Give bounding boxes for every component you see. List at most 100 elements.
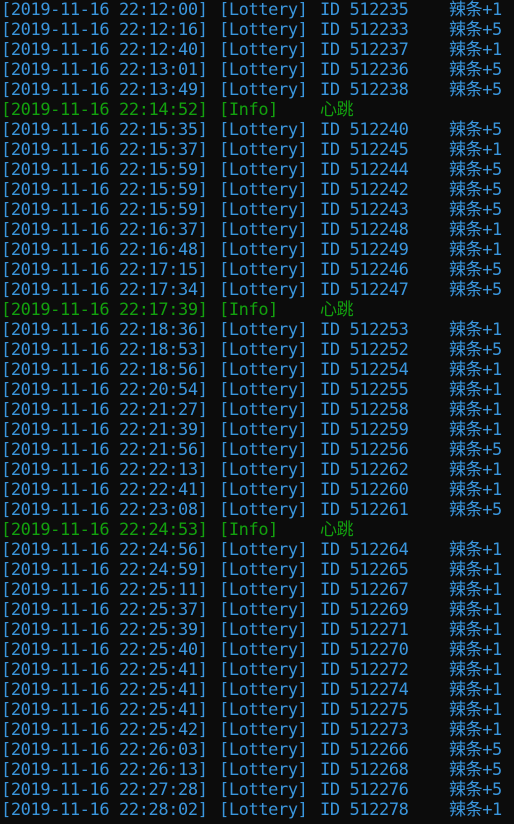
lottery-id: ID 512274	[320, 680, 409, 700]
reward-text: 辣条+1	[449, 640, 502, 660]
timestamp: [2019-11-16 22:15:59]	[1, 180, 208, 200]
log-tag: [Lottery]	[219, 380, 308, 400]
timestamp: [2019-11-16 22:25:11]	[1, 580, 208, 600]
log-tag: [Lottery]	[219, 700, 308, 720]
lottery-id: ID 512273	[320, 720, 409, 740]
log-line-lottery: [2019-11-16 22:16:48] [Lottery] ID 512249 辣…	[0, 240, 514, 260]
timestamp: [2019-11-16 22:17:34]	[1, 280, 208, 300]
log-tag: [Lottery]	[219, 340, 308, 360]
timestamp: [2019-11-16 22:25:37]	[1, 600, 208, 620]
reward-text: 辣条+1	[449, 140, 502, 160]
log-tag: [Lottery]	[219, 600, 308, 620]
timestamp: [2019-11-16 22:14:52]	[1, 100, 208, 120]
timestamp: [2019-11-16 22:18:56]	[1, 360, 208, 380]
timestamp: [2019-11-16 22:23:08]	[1, 500, 208, 520]
log-tag: [Info]	[219, 520, 279, 540]
reward-text: 辣条+5	[449, 80, 502, 100]
info-message: 心跳	[320, 300, 354, 320]
log-tag: [Lottery]	[219, 620, 308, 640]
log-line-lottery: [2019-11-16 22:15:37] [Lottery] ID 512245 辣…	[0, 140, 514, 160]
reward-text: 辣条+1	[449, 560, 502, 580]
log-line-lottery: [2019-11-16 22:12:40] [Lottery] ID 512237 辣…	[0, 40, 514, 60]
timestamp: [2019-11-16 22:12:16]	[1, 20, 208, 40]
log-line-lottery: [2019-11-16 22:24:59] [Lottery] ID 512265 辣…	[0, 560, 514, 580]
timestamp: [2019-11-16 22:17:39]	[1, 300, 208, 320]
lottery-id: ID 512253	[320, 320, 409, 340]
lottery-id: ID 512235	[320, 0, 409, 20]
log-tag: [Lottery]	[219, 160, 308, 180]
lottery-id: ID 512245	[320, 140, 409, 160]
log-line-lottery: [2019-11-16 22:25:41] [Lottery] ID 512272 辣…	[0, 660, 514, 680]
lottery-id: ID 512272	[320, 660, 409, 680]
reward-text: 辣条+1	[449, 620, 502, 640]
log-line-lottery: [2019-11-16 22:13:01] [Lottery] ID 512236 辣…	[0, 60, 514, 80]
log-line-info: [2019-11-16 22:24:53] [Info] 心跳	[0, 520, 514, 540]
reward-text: 辣条+5	[449, 340, 502, 360]
log-line-lottery: [2019-11-16 22:17:34] [Lottery] ID 512247 辣…	[0, 280, 514, 300]
log-tag: [Lottery]	[219, 200, 308, 220]
log-line-lottery: [2019-11-16 22:15:59] [Lottery] ID 512243 辣…	[0, 200, 514, 220]
log-line-lottery: [2019-11-16 22:25:40] [Lottery] ID 512270 辣…	[0, 640, 514, 660]
lottery-id: ID 512238	[320, 80, 409, 100]
log-line-lottery: [2019-11-16 22:15:35] [Lottery] ID 512240 辣…	[0, 120, 514, 140]
lottery-id: ID 512260	[320, 480, 409, 500]
timestamp: [2019-11-16 22:15:59]	[1, 160, 208, 180]
log-tag: [Lottery]	[219, 740, 308, 760]
timestamp: [2019-11-16 22:12:00]	[1, 0, 208, 20]
timestamp: [2019-11-16 22:25:41]	[1, 660, 208, 680]
log-line-lottery: [2019-11-16 22:25:42] [Lottery] ID 512273 辣…	[0, 720, 514, 740]
log-line-lottery: [2019-11-16 22:28:02] [Lottery] ID 512278 辣…	[0, 800, 514, 820]
log-line-lottery: [2019-11-16 22:18:56] [Lottery] ID 512254 辣…	[0, 360, 514, 380]
log-line-lottery: [2019-11-16 22:25:37] [Lottery] ID 512269 辣…	[0, 600, 514, 620]
lottery-id: ID 512258	[320, 400, 409, 420]
log-line-lottery: [2019-11-16 22:16:37] [Lottery] ID 512248 辣…	[0, 220, 514, 240]
log-line-lottery: [2019-11-16 22:21:39] [Lottery] ID 512259 辣…	[0, 420, 514, 440]
log-line-lottery: [2019-11-16 22:13:49] [Lottery] ID 512238 辣…	[0, 80, 514, 100]
lottery-id: ID 512247	[320, 280, 409, 300]
lottery-id: ID 512248	[320, 220, 409, 240]
timestamp: [2019-11-16 22:20:54]	[1, 380, 208, 400]
log-tag: [Lottery]	[219, 540, 308, 560]
log-tag: [Lottery]	[219, 220, 308, 240]
log-tag: [Lottery]	[219, 420, 308, 440]
lottery-id: ID 512256	[320, 440, 409, 460]
reward-text: 辣条+5	[449, 200, 502, 220]
lottery-id: ID 512278	[320, 800, 409, 820]
log-tag: [Lottery]	[219, 120, 308, 140]
lottery-id: ID 512237	[320, 40, 409, 60]
log-tag: [Info]	[219, 100, 279, 120]
lottery-id: ID 512269	[320, 600, 409, 620]
console-window: [2019-11-16 22:12:00] [Lottery] ID 512235 辣…	[0, 0, 514, 824]
log-tag: [Lottery]	[219, 640, 308, 660]
log-tag: [Lottery]	[219, 780, 308, 800]
reward-text: 辣条+5	[449, 740, 502, 760]
log-tag: [Lottery]	[219, 800, 308, 820]
reward-text: 辣条+5	[449, 260, 502, 280]
timestamp: [2019-11-16 22:25:41]	[1, 680, 208, 700]
timestamp: [2019-11-16 22:26:13]	[1, 760, 208, 780]
lottery-id: ID 512254	[320, 360, 409, 380]
lottery-id: ID 512262	[320, 460, 409, 480]
timestamp: [2019-11-16 22:13:49]	[1, 80, 208, 100]
log-line-lottery: [2019-11-16 22:22:13] [Lottery] ID 512262 辣…	[0, 460, 514, 480]
log-output: [2019-11-16 22:12:00] [Lottery] ID 512235 辣…	[0, 0, 514, 820]
timestamp: [2019-11-16 22:12:40]	[1, 40, 208, 60]
log-tag: [Lottery]	[219, 560, 308, 580]
log-tag: [Lottery]	[219, 0, 308, 20]
log-line-lottery: [2019-11-16 22:25:39] [Lottery] ID 512271 辣…	[0, 620, 514, 640]
reward-text: 辣条+1	[449, 380, 502, 400]
reward-text: 辣条+1	[449, 460, 502, 480]
log-tag: [Lottery]	[219, 240, 308, 260]
log-line-lottery: [2019-11-16 22:25:41] [Lottery] ID 512274 辣…	[0, 680, 514, 700]
log-tag: [Lottery]	[219, 20, 308, 40]
lottery-id: ID 512249	[320, 240, 409, 260]
log-line-lottery: [2019-11-16 22:17:15] [Lottery] ID 512246 辣…	[0, 260, 514, 280]
reward-text: 辣条+1	[449, 400, 502, 420]
lottery-id: ID 512243	[320, 200, 409, 220]
lottery-id: ID 512259	[320, 420, 409, 440]
log-tag: [Lottery]	[219, 400, 308, 420]
timestamp: [2019-11-16 22:17:15]	[1, 260, 208, 280]
timestamp: [2019-11-16 22:27:28]	[1, 780, 208, 800]
reward-text: 辣条+1	[449, 660, 502, 680]
timestamp: [2019-11-16 22:21:39]	[1, 420, 208, 440]
